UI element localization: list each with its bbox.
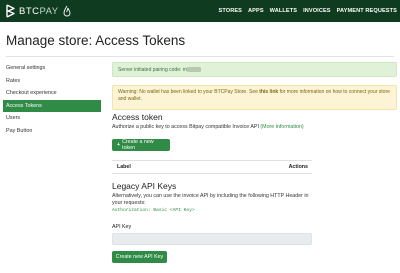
plus-icon: + xyxy=(117,142,121,148)
main-nav: STORES APPS WALLETS INVOICES PAYMENT REQ… xyxy=(213,0,397,22)
pairing-code-text: Server initiated pairing code: m xyxy=(118,67,187,73)
page-title: Manage store: Access Tokens xyxy=(6,33,186,48)
brand-name: BTCPAY xyxy=(19,5,59,17)
nav-invoices[interactable]: INVOICES xyxy=(303,8,331,14)
pairing-code-alert: Server initiated pairing code: m xyxy=(112,62,397,77)
nav-stores[interactable]: STORES xyxy=(219,8,243,14)
btcpay-logo-icon xyxy=(6,4,15,18)
access-token-section: Access token Authorize a public key to a… xyxy=(112,112,304,130)
store-settings-sidebar: General settings Rates Checkout experien… xyxy=(3,62,101,137)
redacted-code xyxy=(186,67,201,73)
no-wallet-warning: Warning: No wallet has been linked to yo… xyxy=(112,85,397,110)
more-information-link[interactable]: (More information) xyxy=(260,124,303,130)
legacy-api-keys-heading: Legacy API Keys xyxy=(112,181,177,191)
column-header-label: Label xyxy=(117,164,131,170)
title-divider xyxy=(6,56,394,57)
api-key-field[interactable] xyxy=(112,233,312,245)
tokens-table-header: Label Actions xyxy=(112,160,312,174)
warning-text-pre: Warning: No wallet has been linked to yo… xyxy=(118,89,260,95)
main-content: Server initiated pairing code: m Warning… xyxy=(112,62,397,110)
top-navbar: BTCPAY STORES APPS WALLETS INVOICES PAYM… xyxy=(0,0,400,22)
fire-drop-icon xyxy=(63,5,71,17)
api-key-label: API Key xyxy=(112,224,132,230)
sidebar-item-checkout-experience[interactable]: Checkout experience xyxy=(3,87,101,99)
access-token-desc-text: Authorize a public key to access Bitpay … xyxy=(112,124,261,130)
access-token-heading: Access token xyxy=(112,112,163,122)
access-token-description: Authorize a public key to access Bitpay … xyxy=(112,124,304,130)
create-token-label: Create a new token xyxy=(122,139,154,151)
wallet-help-link[interactable]: this link xyxy=(259,89,278,95)
create-token-button[interactable]: + Create a new token xyxy=(112,139,170,151)
legacy-api-description: Alternatively, you can use the invoice A… xyxy=(112,193,309,206)
sidebar-item-rates[interactable]: Rates xyxy=(3,75,101,87)
create-api-key-button[interactable]: Create new API Key xyxy=(112,251,167,263)
nav-payment-requests[interactable]: PAYMENT REQUESTS xyxy=(337,8,397,14)
sidebar-item-access-tokens[interactable]: Access Tokens xyxy=(3,99,101,112)
sidebar-item-pay-button[interactable]: Pay Button xyxy=(3,125,101,137)
btcpay-logo[interactable]: BTCPAY xyxy=(5,3,71,19)
sidebar-item-users[interactable]: Users xyxy=(3,112,101,124)
nav-apps[interactable]: APPS xyxy=(248,8,264,14)
nav-wallets[interactable]: WALLETS xyxy=(270,8,297,14)
column-header-actions: Actions xyxy=(288,164,308,170)
sidebar-item-general-settings[interactable]: General settings xyxy=(3,62,101,74)
legacy-api-keys-section: Legacy API Keys Alternatively, you can u… xyxy=(112,181,312,213)
auth-header-code: Authorization: Basic <API Key> xyxy=(112,208,195,213)
